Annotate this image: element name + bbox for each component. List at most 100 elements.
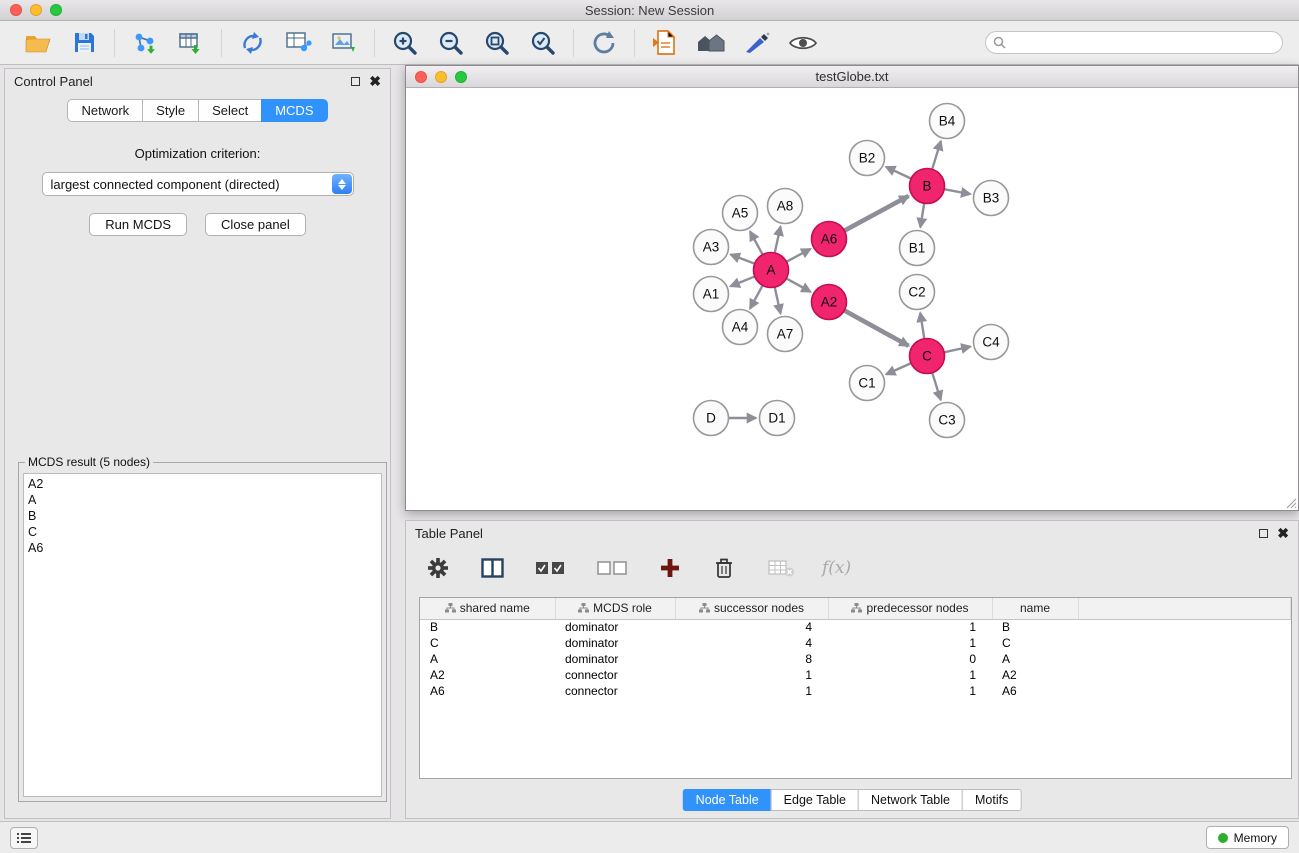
import-table-icon[interactable] — [175, 27, 207, 59]
table-row[interactable]: Cdominator41C — [420, 635, 1291, 651]
optimization-criterion-dropdown[interactable]: largest connected component (directed) — [42, 172, 354, 196]
graph-edge-A-A8[interactable] — [775, 227, 781, 253]
graph-node-A1[interactable]: A1 — [694, 277, 729, 312]
network-minimize-button[interactable] — [435, 71, 447, 83]
network-canvas[interactable]: B4B2BB3A8A5A6B1A3AC2A1A2A4A7C4CC1C3DD1 — [406, 88, 1298, 510]
graph-node-A3[interactable]: A3 — [694, 230, 729, 265]
tab-edge-table[interactable]: Edge Table — [771, 789, 858, 811]
column-header-shared-name[interactable]: shared name — [420, 598, 555, 619]
close-table-panel-icon[interactable]: ✖ — [1277, 528, 1289, 538]
trash-icon[interactable] — [708, 552, 740, 584]
graph-edge-A2-C[interactable] — [845, 311, 909, 346]
gear-icon[interactable] — [422, 552, 454, 584]
network-window-titlebar[interactable]: testGlobe.txt — [406, 66, 1298, 88]
graph-node-A2[interactable]: A2 — [812, 285, 847, 320]
add-column-icon[interactable] — [654, 552, 686, 584]
wand-icon[interactable] — [741, 27, 773, 59]
node-table[interactable]: shared name MCDS role successor nodes pr… — [419, 597, 1292, 779]
result-item[interactable]: B — [28, 508, 377, 524]
graph-node-C4[interactable]: C4 — [974, 325, 1009, 360]
graph-edge-A-A6[interactable] — [787, 249, 811, 262]
zoom-window-button[interactable] — [50, 4, 62, 16]
network-zoom-button[interactable] — [455, 71, 467, 83]
table-row[interactable]: A6connector11A6 — [420, 683, 1291, 699]
graph-node-D[interactable]: D — [694, 401, 729, 436]
graph-edge-A-A3[interactable] — [731, 255, 755, 264]
network-table-icon[interactable] — [282, 27, 314, 59]
graph-edge-A-A7[interactable] — [775, 288, 781, 314]
tab-style[interactable]: Style — [142, 99, 198, 122]
graph-node-A[interactable]: A — [754, 253, 789, 288]
resize-handle[interactable] — [1284, 496, 1297, 509]
graph-edge-C-C2[interactable] — [920, 313, 924, 338]
layout-refresh-icon[interactable] — [588, 27, 620, 59]
memory-button[interactable]: Memory — [1206, 826, 1289, 849]
graph-node-A7[interactable]: A7 — [768, 317, 803, 352]
columns-icon[interactable] — [476, 552, 508, 584]
tab-motifs[interactable]: Motifs — [962, 789, 1021, 811]
graph-edge-B-B3[interactable] — [945, 189, 971, 194]
table-row[interactable]: A2connector11A2 — [420, 667, 1291, 683]
graph-edge-A-A1[interactable] — [730, 277, 754, 287]
graph-node-B[interactable]: B — [910, 169, 945, 204]
tab-mcds[interactable]: MCDS — [261, 99, 327, 122]
graph-node-A5[interactable]: A5 — [723, 196, 758, 231]
graph-edge-C-C4[interactable] — [945, 346, 971, 352]
graph-edge-C-C1[interactable] — [886, 363, 910, 374]
graph-node-D1[interactable]: D1 — [760, 401, 795, 436]
minimize-window-button[interactable] — [30, 4, 42, 16]
tab-select[interactable]: Select — [198, 99, 261, 122]
zoom-in-icon[interactable] — [389, 27, 421, 59]
save-icon[interactable] — [68, 27, 100, 59]
task-history-button[interactable] — [10, 827, 38, 849]
result-item[interactable]: A6 — [28, 540, 377, 556]
zoom-out-icon[interactable] — [435, 27, 467, 59]
graph-node-B1[interactable]: B1 — [900, 231, 935, 266]
column-header-successor-nodes[interactable]: successor nodes — [675, 598, 828, 619]
search-input[interactable] — [1011, 36, 1275, 50]
network-graph[interactable]: B4B2BB3A8A5A6B1A3AC2A1A2A4A7C4CC1C3DD1 — [406, 88, 1298, 510]
float-panel-icon[interactable] — [351, 77, 360, 86]
table-row[interactable]: Bdominator41B — [420, 619, 1291, 635]
graph-edge-A6-B[interactable] — [845, 196, 909, 230]
graph-node-A4[interactable]: A4 — [723, 310, 758, 345]
graph-node-B4[interactable]: B4 — [930, 104, 965, 139]
result-item[interactable]: A — [28, 492, 377, 508]
close-window-button[interactable] — [10, 4, 22, 16]
graph-node-C1[interactable]: C1 — [850, 366, 885, 401]
graph-edge-A-A5[interactable] — [750, 231, 762, 254]
graph-node-C[interactable]: C — [910, 339, 945, 374]
column-header-mcds-role[interactable]: MCDS role — [555, 598, 675, 619]
graph-edge-A-A2[interactable] — [787, 279, 811, 292]
table-row[interactable]: Adominator80A — [420, 651, 1291, 667]
unselect-all-icon[interactable] — [592, 552, 632, 584]
close-panel-button[interactable]: Close panel — [205, 213, 306, 236]
graph-edge-B-B4[interactable] — [932, 141, 941, 169]
column-header-name[interactable]: name — [992, 598, 1078, 619]
graph-node-B3[interactable]: B3 — [974, 181, 1009, 216]
float-table-panel-icon[interactable] — [1259, 529, 1268, 538]
open-folder-icon[interactable] — [22, 27, 54, 59]
tab-node-table[interactable]: Node Table — [683, 789, 771, 811]
document-icon[interactable] — [649, 27, 681, 59]
graph-node-B2[interactable]: B2 — [850, 141, 885, 176]
close-panel-icon[interactable]: ✖ — [369, 76, 381, 86]
export-image-icon[interactable] — [328, 27, 360, 59]
column-header-predecessor-nodes[interactable]: predecessor nodes — [828, 598, 992, 619]
graph-node-A8[interactable]: A8 — [768, 189, 803, 224]
network-close-button[interactable] — [415, 71, 427, 83]
eye-icon[interactable] — [787, 27, 819, 59]
search-field[interactable] — [985, 31, 1283, 54]
graph-node-A6[interactable]: A6 — [812, 222, 847, 257]
graph-edge-B-B1[interactable] — [920, 204, 924, 227]
mcds-result-list[interactable]: A2 A B C A6 — [23, 473, 382, 797]
select-all-icon[interactable] — [530, 552, 570, 584]
graph-edge-B-B2[interactable] — [886, 167, 911, 179]
tab-network-table[interactable]: Network Table — [858, 789, 962, 811]
graph-edge-C-C3[interactable] — [932, 373, 940, 400]
network-loop-icon[interactable] — [236, 27, 268, 59]
zoom-fit-icon[interactable] — [481, 27, 513, 59]
zoom-region-icon[interactable] — [527, 27, 559, 59]
tab-network[interactable]: Network — [67, 99, 142, 122]
import-network-icon[interactable] — [129, 27, 161, 59]
